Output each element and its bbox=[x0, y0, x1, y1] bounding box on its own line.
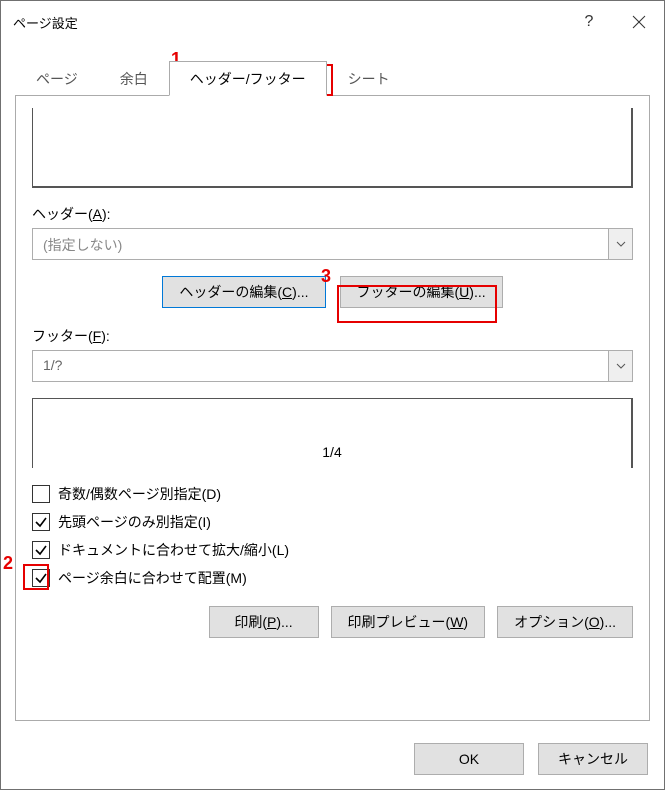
first-page-checkbox-row[interactable]: 先頭ページのみ別指定(I) bbox=[32, 512, 633, 532]
footer-combo-value: 1/? bbox=[33, 351, 608, 381]
odd-even-checkbox-row[interactable]: 奇数/偶数ページ別指定(D) bbox=[32, 484, 633, 504]
print-preview-button[interactable]: 印刷プレビュー(W) bbox=[331, 606, 486, 638]
header-label: ヘッダー(A): bbox=[32, 204, 633, 224]
edit-header-button[interactable]: ヘッダーの編集(C)... bbox=[162, 276, 325, 308]
titlebar: ページ設定 ? bbox=[1, 1, 664, 43]
edit-footer-button[interactable]: フッターの編集(U)... bbox=[340, 276, 503, 308]
scale-checkbox-row[interactable]: ドキュメントに合わせて拡大/縮小(L) bbox=[32, 540, 633, 560]
cancel-button[interactable]: キャンセル bbox=[538, 743, 648, 775]
tab-page[interactable]: ページ bbox=[15, 61, 99, 95]
dialog-footer: OK キャンセル bbox=[414, 743, 648, 775]
tab-margin[interactable]: 余白 bbox=[99, 61, 169, 95]
tab-strip: ページ 余白 ヘッダー/フッター シート bbox=[15, 65, 650, 95]
footer-preview: 1/4 bbox=[32, 398, 633, 468]
dialog-title: ページ設定 bbox=[13, 13, 564, 32]
print-button[interactable]: 印刷(P)... bbox=[209, 606, 319, 638]
print-buttons-row: 印刷(P)... 印刷プレビュー(W) オプション(O)... bbox=[32, 606, 633, 638]
header-footer-edit-row: ヘッダーの編集(C)... フッターの編集(U)... bbox=[32, 276, 633, 308]
checkbox-checked-icon bbox=[32, 513, 50, 531]
footer-preview-text: 1/4 bbox=[322, 444, 341, 460]
header-combo-value: (指定しない) bbox=[33, 229, 608, 259]
checkbox-checked-icon bbox=[32, 541, 50, 559]
annotation-number-2: 2 bbox=[3, 553, 13, 574]
footer-label: フッター(F): bbox=[32, 326, 633, 346]
header-combo[interactable]: (指定しない) bbox=[32, 228, 633, 260]
checkbox-unchecked-icon bbox=[32, 485, 50, 503]
tab-header-footer[interactable]: ヘッダー/フッター bbox=[169, 61, 327, 96]
page-setup-dialog: ページ設定 ? ページ 余白 ヘッダー/フッター シート ヘッダー(A): (指… bbox=[0, 0, 665, 790]
tab-sheet[interactable]: シート bbox=[327, 61, 411, 95]
options-button[interactable]: オプション(O)... bbox=[497, 606, 633, 638]
header-preview bbox=[32, 108, 633, 188]
close-button[interactable] bbox=[614, 1, 664, 43]
footer-combo[interactable]: 1/? bbox=[32, 350, 633, 382]
help-button[interactable]: ? bbox=[564, 1, 614, 43]
checkbox-checked-icon bbox=[32, 569, 50, 587]
chevron-down-icon bbox=[608, 229, 632, 259]
ok-button[interactable]: OK bbox=[414, 743, 524, 775]
chevron-down-icon bbox=[608, 351, 632, 381]
align-checkbox-row[interactable]: ページ余白に合わせて配置(M) bbox=[32, 568, 633, 588]
tab-pane: ヘッダー(A): (指定しない) ヘッダーの編集(C)... フッターの編集(U… bbox=[15, 95, 650, 721]
close-icon bbox=[632, 15, 646, 29]
